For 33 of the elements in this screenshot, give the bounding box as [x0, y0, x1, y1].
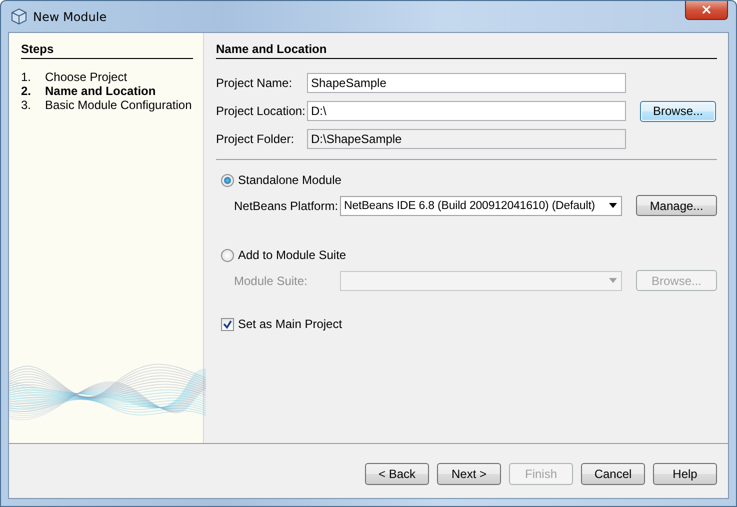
field-label: Project Folder:	[216, 132, 296, 146]
caret-icon	[609, 203, 617, 208]
browse-button[interactable]: Browse...	[640, 100, 716, 122]
checkbox[interactable]	[221, 318, 234, 330]
cube-icon	[11, 8, 27, 25]
step-number: 1.	[21, 70, 32, 84]
field-label: Module Suite:	[234, 274, 308, 288]
step-label: Name and Location	[45, 84, 156, 98]
radio-label: Standalone Module	[238, 173, 342, 187]
section-title: Name and Location	[216, 42, 717, 59]
text-field[interactable]: ShapeSample	[307, 73, 626, 93]
text-field[interactable]: D:\ShapeSample	[307, 129, 626, 149]
caret-icon	[609, 278, 617, 283]
text-field[interactable]: D:\	[307, 101, 626, 121]
radio-label: Add to Module Suite	[238, 248, 346, 262]
field-label: Project Name:	[216, 76, 294, 90]
step-number: 2.	[21, 84, 32, 98]
checkbox-label: Set as Main Project	[238, 317, 342, 331]
dialog-button[interactable]: Help	[653, 463, 717, 485]
manage-button[interactable]: Manage...	[636, 195, 717, 216]
steps-title: Steps	[21, 42, 193, 59]
step-number: 3.	[21, 98, 32, 112]
dialog-button[interactable]: Cancel	[581, 463, 645, 485]
dialog-button[interactable]: Next >	[437, 463, 501, 485]
step-label: Basic Module Configuration	[45, 98, 192, 112]
field-label: Project Location:	[216, 104, 306, 118]
field-label: NetBeans Platform:	[234, 198, 340, 212]
dialog-button[interactable]: < Back	[365, 463, 429, 485]
close-button[interactable]: ×	[685, 1, 728, 20]
step-label: Choose Project	[45, 70, 128, 84]
dropdown[interactable]: NetBeans IDE 6.8 (Build 200912041610) (Default)	[340, 196, 622, 216]
window-title: New Module	[33, 10, 107, 24]
radio-button[interactable]	[221, 174, 234, 186]
